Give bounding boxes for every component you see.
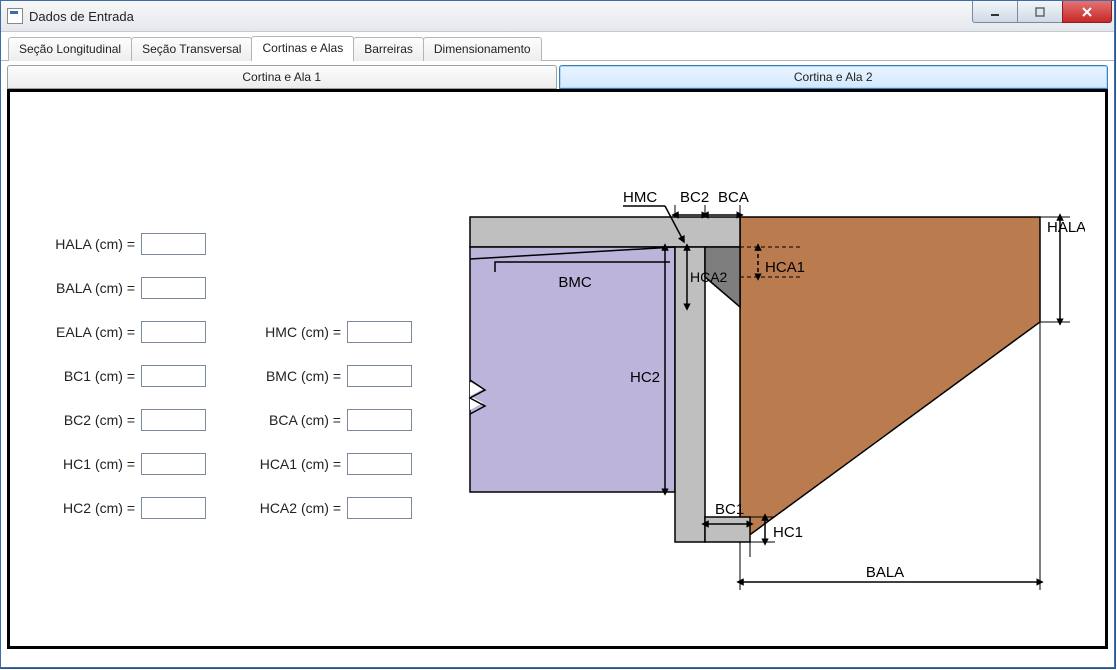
label-hc1: HC1 (cm) = [40,456,141,472]
label-bmc: BMC (cm) = [246,368,347,384]
titlebar: Dados de Entrada [1,1,1114,32]
form-col-2: HMC (cm) = BMC (cm) = BCA (cm) = HCA1 (c… [246,320,412,520]
tab-barreiras[interactable]: Barreiras [353,37,424,61]
label-hca2: HCA2 (cm) = [246,500,347,516]
close-button[interactable] [1062,1,1112,23]
window-title: Dados de Entrada [29,9,973,24]
label-bc2: BC2 (cm) = [40,412,141,428]
input-hmc[interactable] [347,321,412,343]
tab-secao-transversal[interactable]: Seção Transversal [131,37,252,61]
window-controls [973,1,1114,31]
dlabel-bc1: BC1 [715,501,744,518]
input-eala[interactable] [141,321,206,343]
dlabel-hmc: HMC [623,189,657,206]
app-icon [7,8,23,24]
main-tabstrip: Seção Longitudinal Seção Transversal Cor… [1,32,1114,61]
dlabel-bca: BCA [718,189,749,206]
label-hala: HALA (cm) = [40,236,141,252]
tab-cortinas-e-alas[interactable]: Cortinas e Alas [251,36,354,61]
dlabel-hca1: HCA1 [765,259,805,276]
minimize-button[interactable] [972,1,1018,23]
input-hc1[interactable] [141,453,206,475]
input-bc1[interactable] [141,365,206,387]
tab-secao-longitudinal[interactable]: Seção Longitudinal [8,37,132,61]
label-bala: BALA (cm) = [40,280,141,296]
label-eala: EALA (cm) = [40,324,141,340]
dlabel-bc2: BC2 [680,189,709,206]
dlabel-hc1: HC1 [773,524,803,541]
label-bca: BCA (cm) = [246,412,347,428]
tab-dimensionamento[interactable]: Dimensionamento [423,37,542,61]
dlabel-hala: HALA [1047,219,1085,236]
sub-tabstrip: Cortina e Ala 1 Cortina e Ala 2 [1,61,1114,89]
label-hca1: HCA1 (cm) = [246,456,347,472]
input-bc2[interactable] [141,409,206,431]
dlabel-hc2: HC2 [630,369,660,386]
input-hca1[interactable] [347,453,412,475]
input-hala[interactable] [141,233,206,255]
subtab-cortina-2[interactable]: Cortina e Ala 2 [559,65,1109,89]
subtab-cortina-1[interactable]: Cortina e Ala 1 [7,65,557,89]
app-window: Dados de Entrada Seção Longitudinal Seçã… [0,0,1115,668]
input-hc2[interactable] [141,497,206,519]
label-hmc: HMC (cm) = [246,324,347,340]
diagram: HMC BC2 BCA HALA HCA1 [465,162,1085,602]
input-form: HALA (cm) = BALA (cm) = EALA (cm) = BC1 … [40,232,412,520]
form-col-1: HALA (cm) = BALA (cm) = EALA (cm) = BC1 … [40,232,206,520]
dlabel-bmc: BMC [558,274,592,291]
dlabel-hca2: HCA2 [690,269,728,285]
content-panel: HALA (cm) = BALA (cm) = EALA (cm) = BC1 … [7,89,1108,649]
input-bala[interactable] [141,277,206,299]
dlabel-bala: BALA [866,564,904,581]
input-hca2[interactable] [347,497,412,519]
maximize-button[interactable] [1017,1,1063,23]
label-bc1: BC1 (cm) = [40,368,141,384]
input-bca[interactable] [347,409,412,431]
input-bmc[interactable] [347,365,412,387]
label-hc2: HC2 (cm) = [40,500,141,516]
